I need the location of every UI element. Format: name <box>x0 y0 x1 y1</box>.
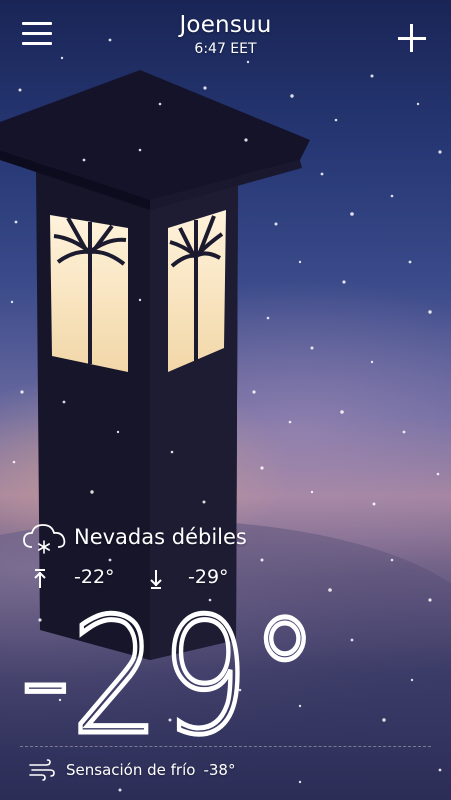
arrow-up-icon <box>34 569 46 588</box>
high-temperature: -22° <box>74 566 115 588</box>
divider <box>20 746 431 747</box>
feels-like-value: -38° <box>203 761 236 779</box>
cloud-snow-icon <box>23 524 66 554</box>
plus-icon[interactable] <box>396 22 428 54</box>
low-temperature: -29° <box>188 566 229 588</box>
current-temperature: -29° <box>20 596 430 746</box>
local-time: 6:47 EET <box>194 41 257 57</box>
feels-like-label: Sensación de frío <box>66 761 196 779</box>
condition-description: Nevadas débiles <box>74 525 247 549</box>
wind-icon <box>29 759 55 781</box>
feels-like: Sensación de frío -38° <box>28 757 235 783</box>
weather-condition: Nevadas débiles <box>22 519 247 555</box>
arrow-down-icon <box>150 570 162 589</box>
current-temperature-value: -29° <box>20 596 320 746</box>
header: Joensuu 6:47 EET <box>0 0 451 70</box>
city-name: Joensuu <box>179 12 272 38</box>
